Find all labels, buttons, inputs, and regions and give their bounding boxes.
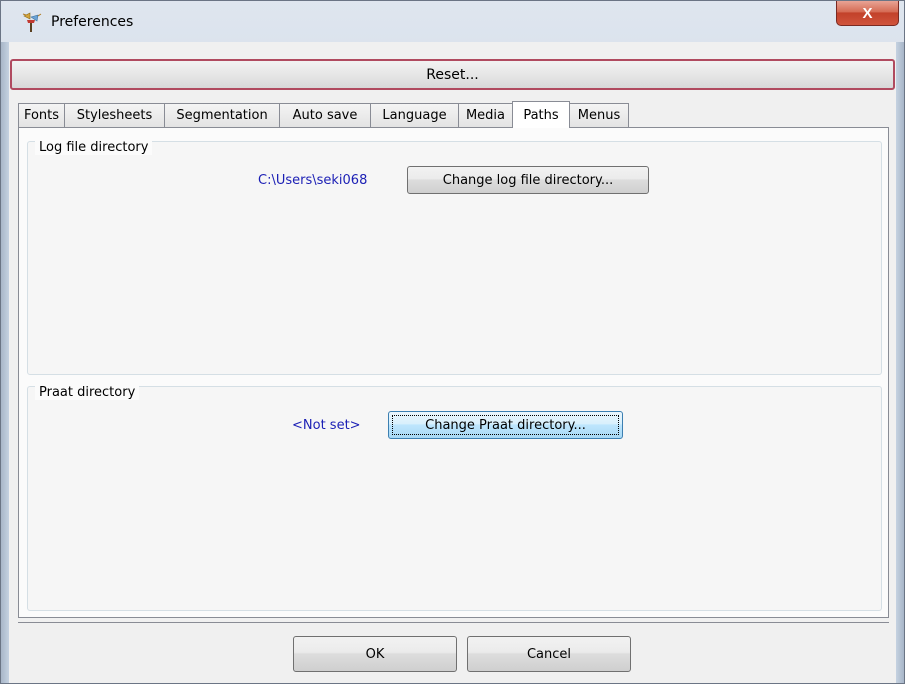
close-icon: X: [862, 4, 873, 22]
change-log-directory-button[interactable]: Change log file directory...: [407, 166, 649, 194]
title-bar[interactable]: Preferences X: [1, 1, 904, 42]
reset-button[interactable]: Reset...: [10, 59, 895, 90]
change-praat-directory-button[interactable]: Change Praat directory...: [388, 411, 623, 439]
praat-directory-group: Praat directory <Not set> Change Praat d…: [27, 385, 882, 611]
log-directory-group-title: Log file directory: [35, 140, 153, 155]
tab-fonts[interactable]: Fonts: [18, 103, 65, 127]
praat-directory-path: <Not set>: [292, 418, 361, 433]
tab-language[interactable]: Language: [370, 103, 459, 127]
tab-stylesheets[interactable]: Stylesheets: [64, 103, 165, 127]
window-title: Preferences: [51, 14, 134, 30]
tab-menus[interactable]: Menus: [569, 103, 629, 127]
praat-directory-group-title: Praat directory: [35, 385, 140, 400]
footer-divider: [18, 622, 889, 623]
preferences-window: Preferences X Reset... Fonts Stylesheets…: [0, 0, 905, 684]
paths-tab-panel: Log file directory C:\Users\seki068 Chan…: [18, 127, 889, 618]
log-directory-path: C:\Users\seki068: [258, 173, 368, 188]
praat-app-icon: [21, 11, 43, 33]
dialog-client-area: Reset... Fonts Stylesheets Segmentation …: [9, 42, 896, 683]
tab-paths[interactable]: Paths: [512, 101, 570, 128]
window-frame-right: [896, 42, 904, 683]
window-frame-left: [1, 42, 9, 683]
log-directory-group: Log file directory C:\Users\seki068 Chan…: [27, 140, 882, 375]
close-button[interactable]: X: [836, 1, 899, 26]
tab-auto-save[interactable]: Auto save: [279, 103, 371, 127]
cancel-button[interactable]: Cancel: [467, 636, 631, 672]
tab-segmentation[interactable]: Segmentation: [164, 103, 280, 127]
ok-button[interactable]: OK: [293, 636, 457, 672]
tab-media[interactable]: Media: [458, 103, 513, 127]
